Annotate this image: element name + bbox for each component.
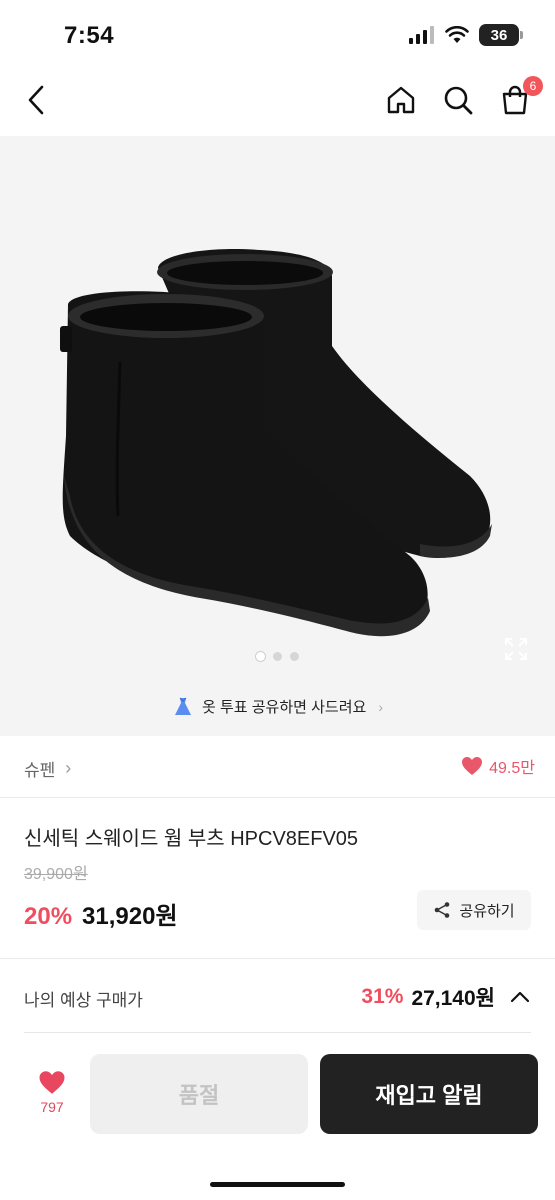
carousel-dot[interactable] [273,652,282,661]
chevron-right-icon: › [65,758,72,778]
divider [0,958,555,959]
cart-badge: 6 [523,76,543,96]
expected-price-label: 나의 예상 구매가 [24,991,143,1010]
expected-price-value: 31% 27,140원 [361,982,531,1012]
brand-name: 슈펜 [24,761,56,780]
search-button[interactable] [438,80,478,120]
wishlist-button[interactable]: 797 [22,1070,82,1115]
product-name: 신세틱 스웨이드 웜 부츠 HPCV8EFV05 [24,828,359,850]
home-button[interactable] [381,80,421,120]
restock-alert-button[interactable]: 재입고 알림 [320,1054,538,1134]
heart-icon [462,757,483,775]
carousel-indicator [0,652,555,661]
brand-like-count: 49.5만 [489,760,535,777]
expected-price-row[interactable]: 나의 예상 구매가 31% 27,140원 [0,960,555,1032]
chevron-left-icon [28,85,44,115]
dress-icon [175,697,191,715]
wishlist-count: 797 [40,1099,64,1115]
soldout-button[interactable]: 품절 [90,1054,308,1134]
expected-discount: 31% [361,985,404,1008]
brand-like-button[interactable]: 49.5만 [461,754,535,778]
promo-text: 옷 투표 공유하면 사드려요 [202,699,367,716]
share-button[interactable]: 공유하기 [417,890,531,930]
search-icon [444,86,473,115]
back-button[interactable] [18,80,54,120]
product-image [60,248,492,637]
home-icon [387,86,415,114]
share-icon [435,902,450,918]
chevron-up-icon[interactable] [509,990,531,1004]
carousel-dot[interactable] [256,652,265,661]
status-time: 7:54 [64,22,115,49]
brand-link[interactable]: 슈펜 › [24,756,71,781]
bottom-action-bar: 797 품절 재입고 알림 [0,1040,555,1200]
product-image-carousel[interactable]: 옷 투표 공유하면 사드려요 › [0,136,555,736]
heart-icon [39,1071,65,1094]
discount-rate: 20% [24,903,73,930]
expected-price: 27,140원 [411,987,495,1010]
carousel-dot[interactable] [290,652,299,661]
vote-share-banner[interactable]: 옷 투표 공유하면 사드려요 › [0,696,555,717]
original-price: 39,900원 [24,866,88,883]
chevron-right-icon: › [378,698,383,715]
signal-icon [409,26,434,44]
battery-indicator: 36 [479,24,523,46]
divider [24,1032,531,1033]
home-indicator [210,1182,345,1187]
wifi-icon [445,26,469,43]
status-icons: 36 [409,24,523,46]
cart-button[interactable]: 6 [495,76,543,120]
top-nav: 6 [0,70,555,136]
status-bar: 7:54 36 [0,0,555,70]
expand-icon[interactable] [503,636,529,662]
share-label: 공유하기 [459,902,515,920]
sale-price: 31,920원 [82,903,178,930]
price-row: 20% 31,920원 [24,896,178,931]
brand-row: 슈펜 › 49.5만 [0,736,555,798]
